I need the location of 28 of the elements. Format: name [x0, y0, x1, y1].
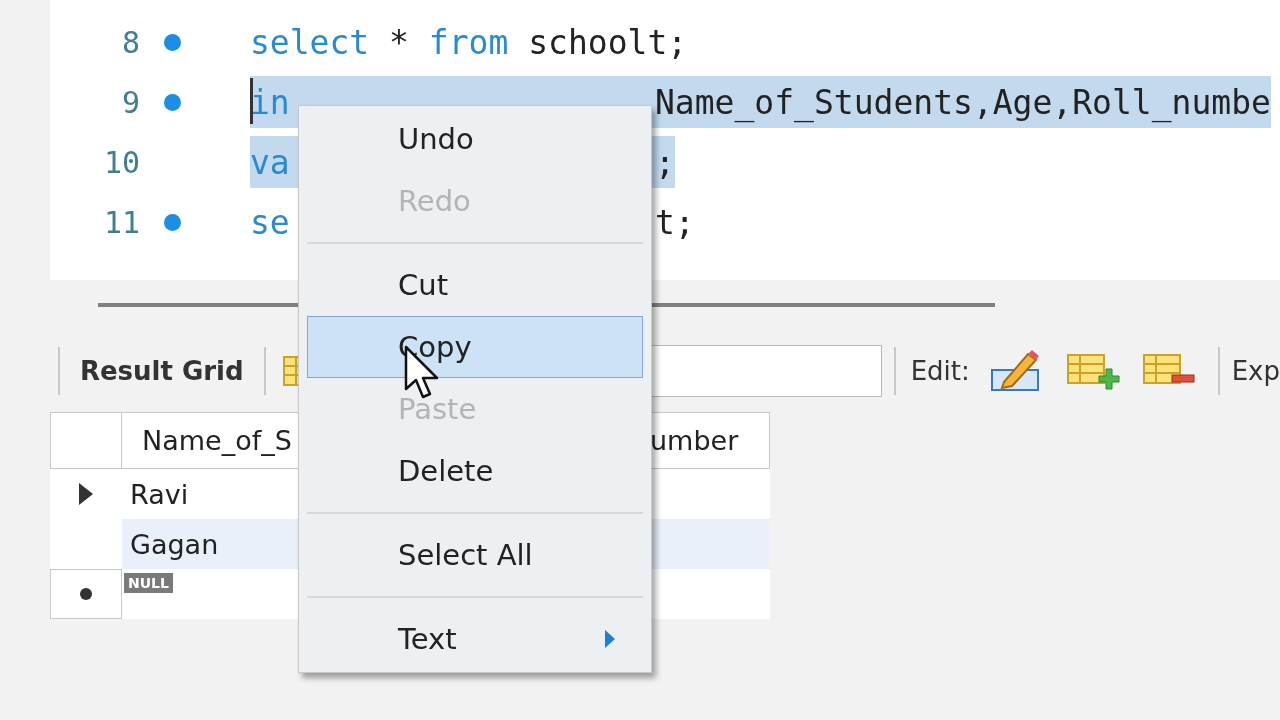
code-text: se — [250, 202, 290, 242]
code-text: Name_of_Students,Age,Roll_numbe — [655, 82, 1271, 122]
add-row-icon[interactable] — [1065, 351, 1120, 391]
row-header[interactable] — [50, 569, 122, 619]
line-number: 9 — [120, 84, 140, 120]
pencil-icon[interactable] — [989, 348, 1042, 394]
current-row-icon — [78, 482, 94, 506]
code-text: t; — [655, 202, 695, 242]
table-cell: Ravi — [130, 478, 189, 510]
code-text: ; — [655, 142, 675, 182]
table-cell: Gagan — [130, 528, 219, 560]
edit-label: Edit: — [910, 356, 970, 386]
line-number: 8 — [120, 24, 140, 60]
new-row-icon — [79, 587, 93, 601]
line-number: 10 — [102, 144, 140, 180]
menu-item[interactable]: Undo — [307, 108, 643, 170]
export-label: Exp — [1231, 356, 1280, 386]
menu-item[interactable]: Delete — [307, 440, 643, 502]
menu-item[interactable]: Select All — [307, 524, 643, 586]
menu-item[interactable]: Text — [307, 608, 643, 670]
code-text: in — [250, 82, 290, 122]
result-grid-label: Result Grid — [79, 356, 244, 386]
code-text: select * from schoolt; — [250, 22, 688, 62]
submenu-arrow-icon — [604, 629, 616, 649]
null-tag: NULL — [124, 573, 173, 593]
column-header[interactable]: umber — [650, 412, 770, 469]
code-text: va — [250, 142, 290, 182]
line-number: 11 — [102, 204, 140, 240]
